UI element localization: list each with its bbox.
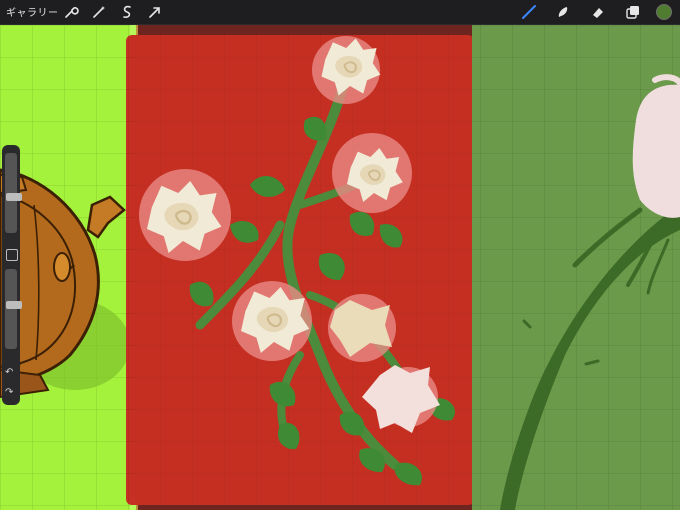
magic-wand-icon[interactable] [90,3,108,21]
brush-sidebar: ↶ ↷ [2,145,22,405]
top-toolbar: ギャラリー [0,0,680,25]
smudge-icon[interactable] [554,3,572,21]
layers-icon[interactable] [624,3,642,21]
brush-size-slider[interactable] [5,153,22,233]
eraser-icon[interactable] [589,3,607,21]
selection-icon[interactable] [118,3,136,21]
transform-arrow-icon[interactable] [146,3,164,21]
opacity-thumb[interactable] [6,301,22,310]
teapot-panel [0,25,138,510]
square-icon[interactable] [6,249,18,261]
opacity-slider[interactable] [5,269,22,349]
wrench-icon[interactable] [62,3,80,21]
color-swatch[interactable] [656,4,672,20]
artwork-canvas[interactable] [0,25,680,510]
redo-icon[interactable]: ↷ [5,387,13,398]
undo-icon[interactable]: ↶ [5,367,13,378]
brush-size-thumb[interactable] [6,192,22,201]
brush-icon[interactable] [520,3,538,21]
rose-closeup-panel [472,25,680,510]
gallery-button[interactable]: ギャラリー [6,4,59,19]
roses-panel [126,25,474,510]
